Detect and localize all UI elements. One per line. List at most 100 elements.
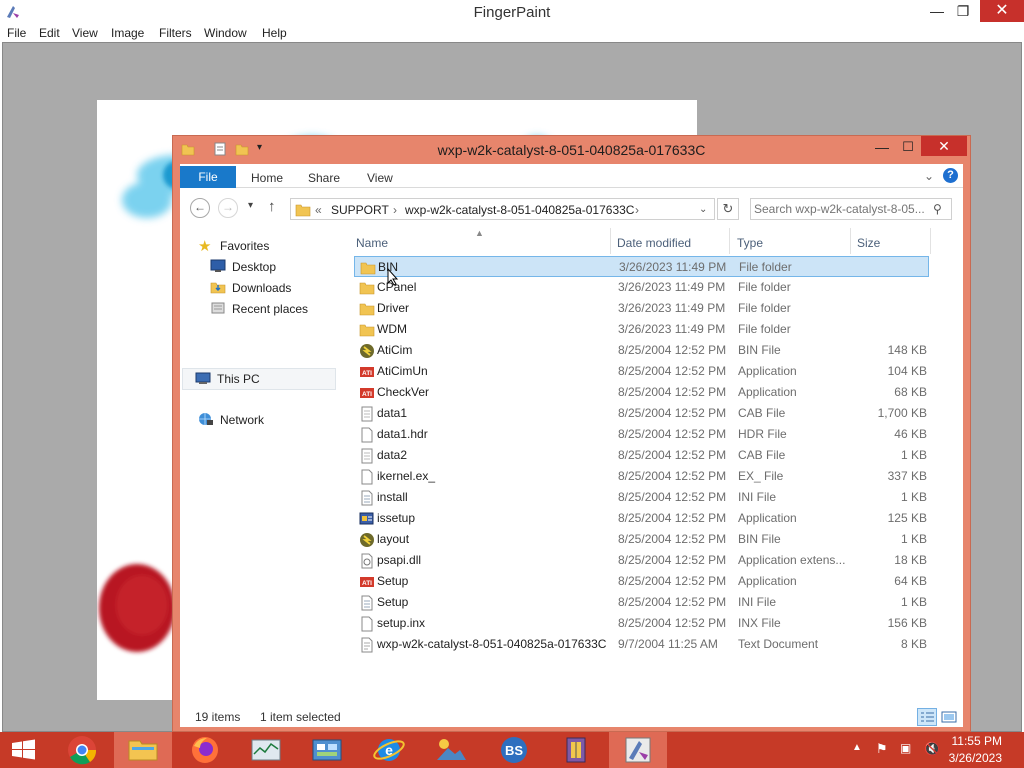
help-icon[interactable]: ? [943,168,958,183]
tab-file[interactable]: File [180,166,236,188]
file-row[interactable]: psapi.dll 8/25/2004 12:52 PM Application e… [354,550,929,571]
file-row[interactable]: data1 8/25/2004 12:52 PM CAB File 1,700 KB [354,403,929,424]
file-row[interactable]: ATI Setup 8/25/2004 12:52 PM Application 64 … [354,571,929,592]
breadcrumb-support[interactable]: SUPPORT [331,203,389,217]
explorer-close-button[interactable]: ✕ [921,136,967,156]
file-row[interactable]: data2 8/25/2004 12:52 PM CAB File 1 KB [354,445,929,466]
breadcrumb-separator-end[interactable]: › [635,203,639,217]
file-row[interactable]: WDM 3/26/2023 11:49 PM File folder [354,319,929,340]
taskbar-control-panel[interactable] [298,732,356,768]
nav-desktop[interactable]: Desktop [210,257,276,277]
explorer-minimize-button[interactable]: — [869,138,895,158]
ini-file-icon [361,595,373,611]
taskbar-fingerpaint[interactable] [609,732,667,768]
taskbar-bs-app[interactable]: BS [485,732,543,768]
file-type: BIN File [738,343,781,357]
file-date: 8/25/2004 12:52 PM [618,385,727,399]
file-size: 46 KB [894,427,927,441]
taskbar-firefox[interactable] [176,732,234,768]
file-row[interactable]: ATI CheckVer 8/25/2004 12:52 PM Application… [354,382,929,403]
taskbar-archive[interactable] [547,732,605,768]
file-type: CAB File [738,406,786,420]
file-name: data2 [377,448,408,462]
clock-time[interactable]: 11:55 PM [952,734,1002,748]
fingerpaint-close-button[interactable]: ✕ [980,0,1024,22]
nav-downloads-label: Downloads [232,281,292,295]
file-date: 8/25/2004 12:52 PM [618,406,727,420]
back-button[interactable]: ← [190,198,210,218]
file-name: AtiCim [377,343,413,357]
breadcrumb-overflow[interactable]: « [315,203,322,217]
network-icon [199,413,213,425]
clock-date[interactable]: 3/26/2023 [949,751,1002,765]
action-center-flag-icon[interactable]: ⚑ [876,741,888,757]
recent-locations-dropdown-icon[interactable]: ▾ [248,200,253,211]
file-row[interactable]: layout 8/25/2004 12:52 PM BIN File 1 KB [354,529,929,550]
taskbar-chrome[interactable] [54,732,112,768]
status-bar: 19 items 1 item selected [180,702,963,727]
show-hidden-icons-icon[interactable]: ▲ [852,742,862,753]
menu-view[interactable]: View [72,26,98,40]
network-tray-icon[interactable]: ▣ [900,741,911,755]
up-button[interactable]: ↑ [268,198,276,215]
menu-window[interactable]: Window [204,26,247,40]
breadcrumb-separator[interactable]: › [393,203,397,217]
bs-app-icon: BS [501,737,527,763]
address-bar[interactable]: « SUPPORT › wxp-w2k-catalyst-8-051-04082… [290,198,715,220]
nav-recent-places[interactable]: Recent places [210,299,308,319]
file-row[interactable]: Setup 8/25/2004 12:52 PM INI File 1 KB [354,592,929,613]
folder-file-icon [359,324,375,337]
column-header-size[interactable]: Size [857,236,880,250]
file-row[interactable]: setup.inx 8/25/2004 12:52 PM INX File 156 K… [354,613,929,634]
file-row[interactable]: CPanel 3/26/2023 11:49 PM File folder [354,277,929,298]
nav-favorites[interactable]: ★ Favorites [198,236,269,256]
taskbar-task-manager[interactable] [237,732,295,768]
ribbon-expand-icon[interactable]: ⌄ [924,169,934,183]
nav-this-pc[interactable]: This PC [182,368,336,390]
search-input[interactable] [754,201,930,217]
refresh-button[interactable]: ↻ [717,198,739,220]
file-row[interactable]: issetup 8/25/2004 12:52 PM Application 125 … [354,508,929,529]
nav-downloads[interactable]: Downloads [210,278,291,298]
file-row[interactable]: wxp-w2k-catalyst-8-051-040825a-017633C 9/… [354,634,929,655]
file-row[interactable]: BIN 3/26/2023 11:49 PM File folder [354,256,929,277]
start-button[interactable] [0,732,48,768]
menu-image[interactable]: Image [111,26,144,40]
volume-muted-icon[interactable]: 🔇 [924,741,940,757]
tab-home[interactable]: Home [251,171,283,185]
address-dropdown-icon[interactable]: ⌄ [699,204,707,215]
tab-share[interactable]: Share [308,171,340,185]
large-icons-view-button[interactable] [940,708,958,726]
file-size: 8 KB [900,637,927,651]
file-row[interactable]: ikernel.ex_ 8/25/2004 12:52 PM EX_ File 337… [354,466,929,487]
breadcrumb-current-folder[interactable]: wxp-w2k-catalyst-8-051-040825a-017633C [405,203,634,217]
file-row[interactable]: install 8/25/2004 12:52 PM INI File 1 KB [354,487,929,508]
file-size: 1 KB [900,595,927,609]
firefox-icon [192,737,218,763]
search-icon[interactable]: ⚲ [933,202,942,216]
file-row[interactable]: AtiCim 8/25/2004 12:52 PM BIN File 148 KB [354,340,929,361]
taskbar-internet-explorer[interactable]: e [360,732,418,768]
file-type: INI File [738,595,777,609]
file-row[interactable]: data1.hdr 8/25/2004 12:52 PM HDR File 46 KB [354,424,929,445]
file-list: ▲ Name Date modified Type Size BIN 3/26/2… [354,228,934,698]
taskbar-file-explorer[interactable] [114,732,172,768]
menu-file[interactable]: File [7,26,26,40]
file-row[interactable]: Driver 3/26/2023 11:49 PM File folder [354,298,929,319]
column-header-name[interactable]: Name [356,236,388,250]
taskbar-photos[interactable] [422,732,480,768]
search-box[interactable]: ⚲ [750,198,952,220]
task-manager-icon [251,739,281,761]
menu-filters[interactable]: Filters [159,26,192,40]
column-header-date[interactable]: Date modified [617,236,691,250]
nav-network[interactable]: Network [198,410,264,430]
details-view-button[interactable] [917,708,937,726]
explorer-maximize-button[interactable]: ☐ [895,138,921,158]
tab-view[interactable]: View [367,171,393,185]
forward-button[interactable]: → [218,198,238,218]
fingerpaint-maximize-button[interactable]: ❐ [946,0,980,22]
column-header-type[interactable]: Type [737,236,763,250]
file-row[interactable]: ATI AtiCimUn 8/25/2004 12:52 PM Application… [354,361,929,382]
menu-help[interactable]: Help [262,26,287,40]
menu-edit[interactable]: Edit [39,26,60,40]
